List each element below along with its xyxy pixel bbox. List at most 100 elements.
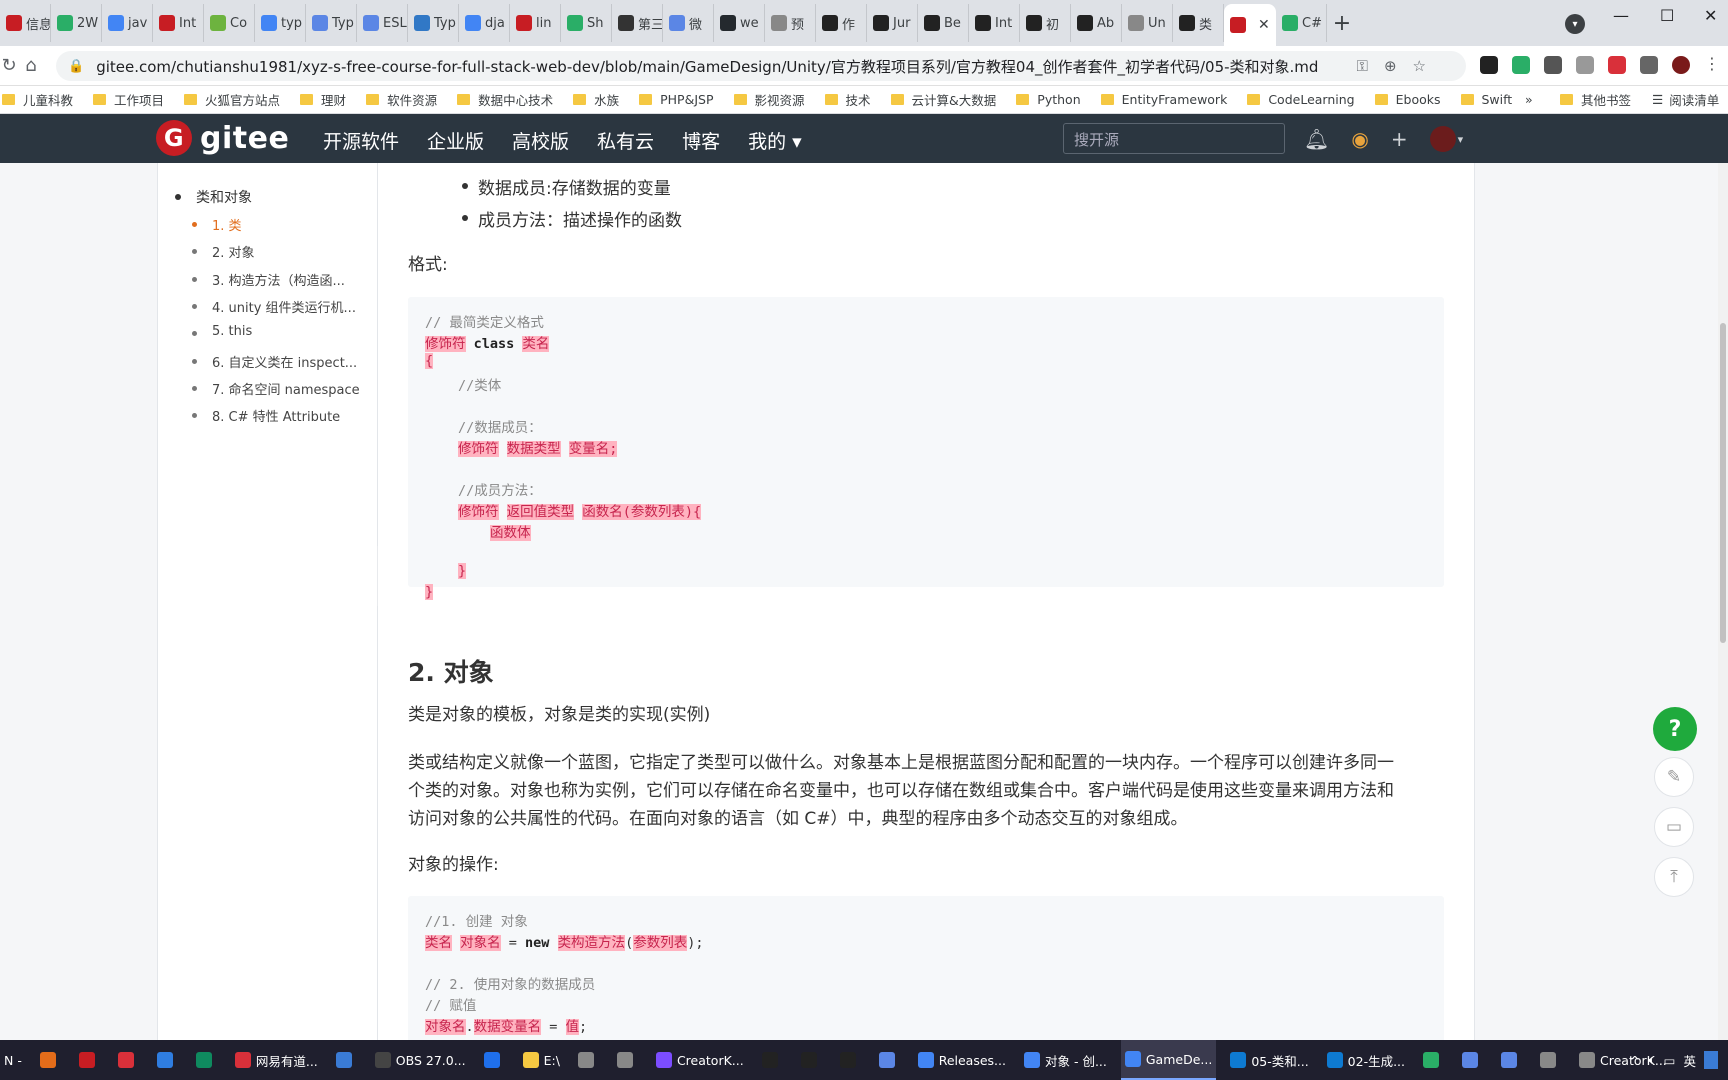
speaker-icon[interactable]: 🔈︎ xyxy=(1648,1052,1656,1068)
bookmark-folder[interactable]: Python xyxy=(1016,92,1081,107)
close-window-icon[interactable]: ✕ xyxy=(1704,6,1717,25)
taskbar-item[interactable] xyxy=(332,1040,361,1080)
zoom-icon[interactable]: ⊕ xyxy=(1384,57,1397,75)
browser-tab[interactable]: we xyxy=(714,4,765,42)
url-bar[interactable]: 🔒 gitee.com/chutianshu1981/xyz-s-free-co… xyxy=(56,51,1466,81)
taskbar-item[interactable]: 对象 - 创... xyxy=(1020,1040,1111,1080)
edit-icon[interactable]: ✎ xyxy=(1654,757,1694,797)
comment-icon[interactable]: ▭ xyxy=(1654,807,1694,847)
toc-item[interactable]: 6. 自定义类在 inspect... xyxy=(191,352,357,371)
gitee-nav-item[interactable]: 私有云 xyxy=(597,127,654,154)
gitee-nav-item[interactable]: 企业版 xyxy=(427,127,484,154)
taskbar-item[interactable] xyxy=(875,1040,904,1080)
gitee-nav-item[interactable]: 高校版 xyxy=(512,127,569,154)
browser-tab[interactable]: Un xyxy=(1122,4,1173,42)
taskbar-item[interactable] xyxy=(480,1040,509,1080)
taskbar-item[interactable] xyxy=(153,1040,182,1080)
browser-tab[interactable]: Typ xyxy=(408,4,459,42)
taskbar-item[interactable] xyxy=(836,1040,865,1080)
browser-tab[interactable]: lin xyxy=(510,4,561,42)
bookmark-folder[interactable]: 技术 xyxy=(824,90,871,109)
user-menu[interactable]: ▾ xyxy=(1429,126,1463,152)
bookmark-folder[interactable]: PHP&JSP xyxy=(639,92,714,107)
input-language[interactable]: 英 xyxy=(1683,1051,1696,1070)
bookmark-folder[interactable]: 火狐官方站点 xyxy=(184,90,280,109)
chevron-up-icon[interactable]: ^ xyxy=(1630,1053,1640,1068)
close-tab-icon[interactable]: ✕ xyxy=(1258,17,1270,33)
maximize-icon[interactable]: ☐ xyxy=(1660,6,1674,25)
menu-dots-icon[interactable]: ⋮ xyxy=(1704,56,1722,74)
browser-tab[interactable]: 类 xyxy=(1173,4,1224,42)
browser-tab[interactable]: jav xyxy=(102,4,153,42)
bookmark-folder[interactable]: 数据中心技术 xyxy=(457,90,553,109)
bookmark-folder[interactable]: 儿童科教 xyxy=(2,90,73,109)
help-button[interactable]: ? xyxy=(1653,707,1697,751)
taskbar-item[interactable]: GameDe... xyxy=(1120,1040,1217,1080)
toc-item[interactable]: 5. this xyxy=(191,324,252,339)
profile-avatar[interactable] xyxy=(1672,56,1690,74)
gitee-logo[interactable]: G gitee xyxy=(156,120,289,156)
toc-item[interactable]: 2. 对象 xyxy=(192,242,255,261)
bookmark-reading-list[interactable]: ☰ 阅读清单 xyxy=(1652,90,1719,109)
extension-icon[interactable] xyxy=(1544,56,1562,74)
bookmark-folder[interactable]: 软件资源 xyxy=(366,90,437,109)
taskbar-item[interactable] xyxy=(75,1040,104,1080)
bookmark-folder[interactable]: Swift xyxy=(1460,92,1512,107)
browser-tab[interactable]: 初 xyxy=(1020,4,1071,42)
browser-tab[interactable]: 2W xyxy=(51,4,102,42)
bookmark-folder[interactable]: 影视资源 xyxy=(733,90,805,109)
page-scrollbar[interactable] xyxy=(1718,163,1728,1040)
browser-tab[interactable]: 微 xyxy=(663,4,714,42)
lightbulb-icon[interactable]: ◉ xyxy=(1351,127,1368,151)
extension-icon[interactable] xyxy=(1480,56,1498,74)
tab-search-icon[interactable]: ▾ xyxy=(1565,14,1585,34)
browser-tab[interactable]: C# xyxy=(1276,4,1327,42)
taskbar-item[interactable]: OBS 27.0... xyxy=(371,1040,470,1080)
taskbar-item[interactable]: CreatorK... xyxy=(652,1040,748,1080)
extension-icon[interactable] xyxy=(1608,56,1626,74)
gitee-nav-item[interactable]: 博客 xyxy=(682,127,720,154)
key-icon[interactable]: ⚿ xyxy=(1357,57,1368,75)
bookmark-folder[interactable]: 理财 xyxy=(300,90,346,109)
taskbar-item[interactable] xyxy=(1536,1040,1565,1080)
browser-tab[interactable]: Sh xyxy=(561,4,612,42)
notification-icon[interactable] xyxy=(1704,1051,1718,1069)
star-icon[interactable]: ☆ xyxy=(1413,57,1426,75)
taskbar-item[interactable] xyxy=(1419,1040,1448,1080)
bookmark-folder[interactable]: 工作项目 xyxy=(93,90,164,109)
bookmark-folder[interactable]: 云计算&大数据 xyxy=(890,90,996,109)
taskbar-item[interactable]: 02-生成... xyxy=(1323,1040,1409,1080)
browser-tab[interactable]: Jur xyxy=(867,4,918,42)
minimize-icon[interactable]: — xyxy=(1613,6,1629,25)
browser-tab[interactable]: Typ xyxy=(306,4,357,42)
gitee-nav-item[interactable]: 开源软件 xyxy=(323,127,399,154)
extension-icon[interactable] xyxy=(1576,56,1594,74)
taskbar-item[interactable]: 05-类和... xyxy=(1226,1040,1312,1080)
gitee-nav-item[interactable]: 我的 ▾ xyxy=(748,127,802,154)
bookmark-folder[interactable]: EntityFramework xyxy=(1100,92,1227,107)
browser-tab[interactable]: typ xyxy=(255,4,306,42)
home-icon[interactable]: ⌂ xyxy=(16,55,46,76)
toc-item[interactable]: 3. 构造方法（构造函... xyxy=(192,270,345,289)
taskbar-item[interactable] xyxy=(36,1040,65,1080)
browser-tab[interactable]: Int xyxy=(969,4,1020,42)
browser-tab[interactable]: Int xyxy=(153,4,204,42)
toc-item[interactable]: 4. unity 组件类运行机... xyxy=(192,297,356,316)
toc-root[interactable]: 类和对象 xyxy=(175,187,252,207)
browser-tab[interactable]: 预 xyxy=(765,4,816,42)
browser-tab[interactable]: Ab xyxy=(1071,4,1122,42)
browser-tab[interactable]: 第三 xyxy=(612,4,663,42)
toc-item[interactable]: 1. 类 xyxy=(192,215,242,234)
taskbar-item[interactable] xyxy=(797,1040,826,1080)
toc-item[interactable]: 8. C# 特性 Attribute xyxy=(191,406,340,425)
browser-tab[interactable]: Co xyxy=(204,4,255,42)
plus-icon[interactable]: + xyxy=(1391,127,1408,151)
bookmark-folder[interactable]: Ebooks xyxy=(1374,92,1441,107)
taskbar-item[interactable] xyxy=(1458,1040,1487,1080)
bookmark-folder[interactable]: CodeLearning xyxy=(1247,92,1355,107)
new-tab-button[interactable]: + xyxy=(1327,4,1357,42)
taskbar-item[interactable] xyxy=(613,1040,642,1080)
taskbar-item[interactable]: E:\ xyxy=(519,1040,564,1080)
back-to-top-icon[interactable]: ⤒ xyxy=(1654,857,1694,897)
taskbar-item[interactable] xyxy=(192,1040,221,1080)
